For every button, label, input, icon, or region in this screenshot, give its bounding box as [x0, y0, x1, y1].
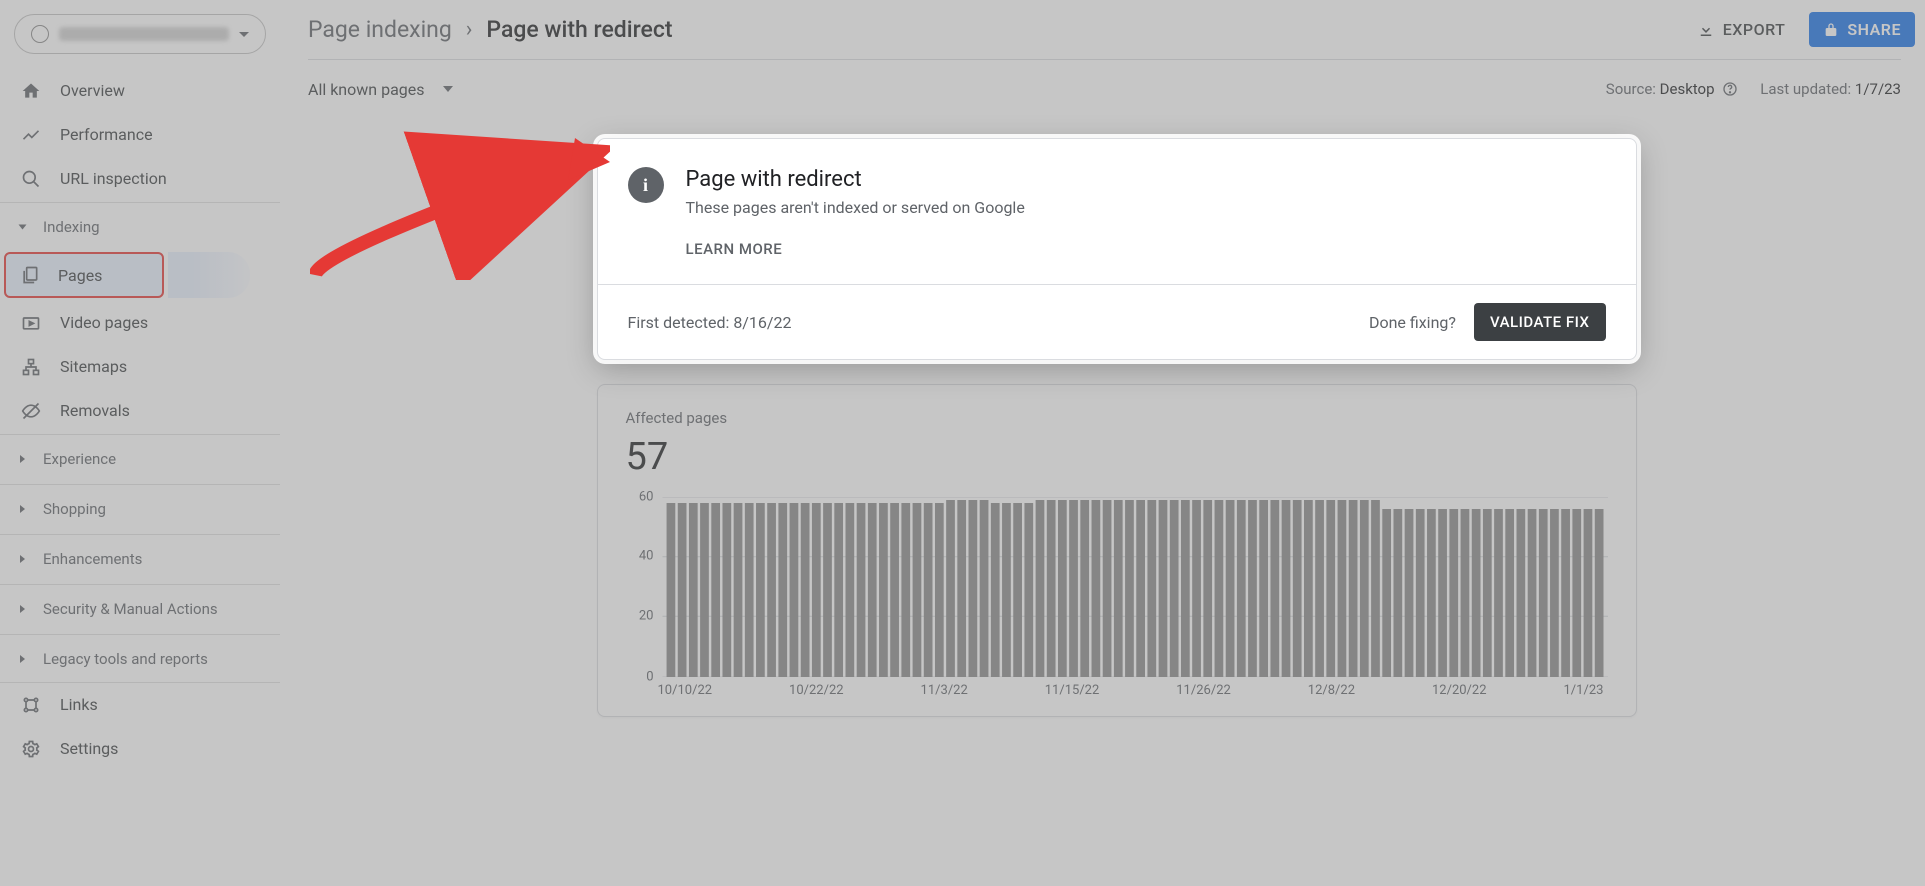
chevron-down-icon — [443, 86, 453, 92]
validate-fix-button[interactable]: VALIDATE FIX — [1474, 303, 1606, 341]
page-filter-dropdown[interactable]: All known pages — [308, 80, 453, 99]
lock-icon — [1823, 22, 1839, 38]
sidebar-label: Performance — [60, 125, 153, 144]
x-tick: 1/1/23 — [1563, 683, 1603, 698]
learn-more-link[interactable]: LEARN MORE — [686, 240, 783, 258]
sidebar-section-label: Security & Manual Actions — [43, 600, 218, 618]
sidebar-section-label: Legacy tools and reports — [43, 650, 208, 668]
x-tick: 11/26/22 — [1176, 683, 1231, 698]
sidebar-section-enhancements[interactable]: Enhancements — [0, 534, 280, 582]
breadcrumb-current: Page with redirect — [486, 16, 672, 43]
export-label: EXPORT — [1723, 20, 1786, 39]
video-icon — [20, 312, 42, 334]
sidebar-section-label: Shopping — [43, 500, 106, 518]
chevron-down-icon — [19, 224, 27, 229]
issue-title: Page with redirect — [686, 167, 1606, 192]
sidebar-label: Overview — [60, 81, 125, 100]
chevron-right-icon — [20, 455, 25, 463]
home-icon — [20, 80, 42, 102]
sidebar-section-experience[interactable]: Experience — [0, 434, 280, 482]
pages-icon — [20, 265, 40, 285]
y-tick: 40 — [630, 549, 654, 564]
property-name-blurred — [59, 27, 229, 41]
download-icon — [1697, 21, 1715, 39]
chart-plot-area: 60 40 20 0 — [632, 497, 1608, 677]
globe-icon — [31, 25, 49, 43]
chevron-right-icon — [20, 655, 25, 663]
chevron-down-icon — [239, 32, 249, 37]
sidebar-item-removals[interactable]: Removals — [0, 388, 280, 432]
main-content: Page indexing › Page with redirect EXPOR… — [280, 0, 1925, 886]
sidebar-label: Links — [60, 695, 98, 714]
y-tick: 20 — [630, 608, 654, 623]
done-fixing-label: Done fixing? — [1369, 313, 1456, 332]
sidebar-section-legacy[interactable]: Legacy tools and reports — [0, 634, 280, 682]
chart-line-icon — [20, 124, 42, 146]
sidebar-section-label: Experience — [43, 450, 116, 468]
sidebar-section-indexing[interactable]: Indexing — [0, 202, 280, 250]
active-pill-tail — [168, 252, 250, 298]
gear-icon — [20, 738, 42, 760]
sidebar-item-pages[interactable]: Pages — [4, 252, 164, 298]
issue-subtitle: These pages aren't indexed or served on … — [686, 198, 1606, 217]
sidebar-section-shopping[interactable]: Shopping — [0, 484, 280, 532]
property-selector[interactable] — [14, 14, 266, 54]
chevron-right-icon — [20, 555, 25, 563]
eye-off-icon — [20, 400, 42, 422]
last-updated-info: Last updated: 1/7/23 — [1760, 80, 1901, 98]
chart-label: Affected pages — [626, 409, 1608, 427]
issue-info-card: i Page with redirect These pages aren't … — [597, 138, 1637, 360]
sidebar-item-url-inspection[interactable]: URL inspection — [0, 156, 280, 200]
sitemap-icon — [20, 356, 42, 378]
chart-value: 57 — [626, 435, 1608, 479]
x-tick: 10/10/22 — [658, 683, 713, 698]
info-icon: i — [628, 167, 664, 203]
share-button[interactable]: SHARE — [1809, 12, 1915, 47]
source-info: Source: Desktop — [1606, 80, 1738, 98]
sidebar-section-label: Indexing — [43, 218, 100, 236]
first-detected: First detected: 8/16/22 — [628, 313, 792, 332]
breadcrumb-parent[interactable]: Page indexing — [308, 16, 452, 43]
sidebar-label: Sitemaps — [60, 357, 127, 376]
x-axis-labels: 10/10/22 10/22/22 11/3/22 11/15/22 11/26… — [626, 683, 1608, 698]
filter-label: All known pages — [308, 80, 425, 99]
sidebar-label: Settings — [60, 739, 118, 758]
sidebar-item-links[interactable]: Links — [0, 682, 280, 726]
breadcrumb: Page indexing › Page with redirect — [308, 0, 1901, 60]
sidebar-label: Video pages — [60, 313, 148, 332]
sidebar-item-sitemaps[interactable]: Sitemaps — [0, 344, 280, 388]
y-tick: 0 — [630, 670, 654, 685]
x-tick: 11/3/22 — [921, 683, 968, 698]
sidebar-section-security[interactable]: Security & Manual Actions — [0, 584, 280, 632]
sidebar-label: Pages — [58, 266, 102, 285]
link-icon — [20, 694, 42, 716]
y-tick: 60 — [630, 490, 654, 505]
sidebar-section-label: Enhancements — [43, 550, 142, 568]
sidebar-item-settings[interactable]: Settings — [0, 726, 280, 770]
export-button[interactable]: EXPORT — [1689, 14, 1794, 45]
x-tick: 12/20/22 — [1432, 683, 1487, 698]
sidebar-label: URL inspection — [60, 169, 167, 188]
chevron-right-icon: › — [466, 17, 473, 42]
x-tick: 11/15/22 — [1045, 683, 1100, 698]
sidebar: Overview Performance URL inspection Inde… — [0, 0, 280, 886]
bar-chart — [632, 497, 1608, 677]
share-label: SHARE — [1847, 20, 1901, 39]
sidebar-item-overview[interactable]: Overview — [0, 68, 280, 112]
search-icon — [20, 168, 42, 190]
chevron-right-icon — [20, 505, 25, 513]
affected-pages-chart-card: Affected pages 57 60 40 20 0 10/10/22 — [597, 384, 1637, 717]
sidebar-item-video-pages[interactable]: Video pages — [0, 300, 280, 344]
sidebar-item-performance[interactable]: Performance — [0, 112, 280, 156]
x-tick: 12/8/22 — [1308, 683, 1355, 698]
help-icon[interactable] — [1722, 81, 1738, 97]
x-tick: 10/22/22 — [789, 683, 844, 698]
chevron-right-icon — [20, 605, 25, 613]
sidebar-label: Removals — [60, 401, 130, 420]
